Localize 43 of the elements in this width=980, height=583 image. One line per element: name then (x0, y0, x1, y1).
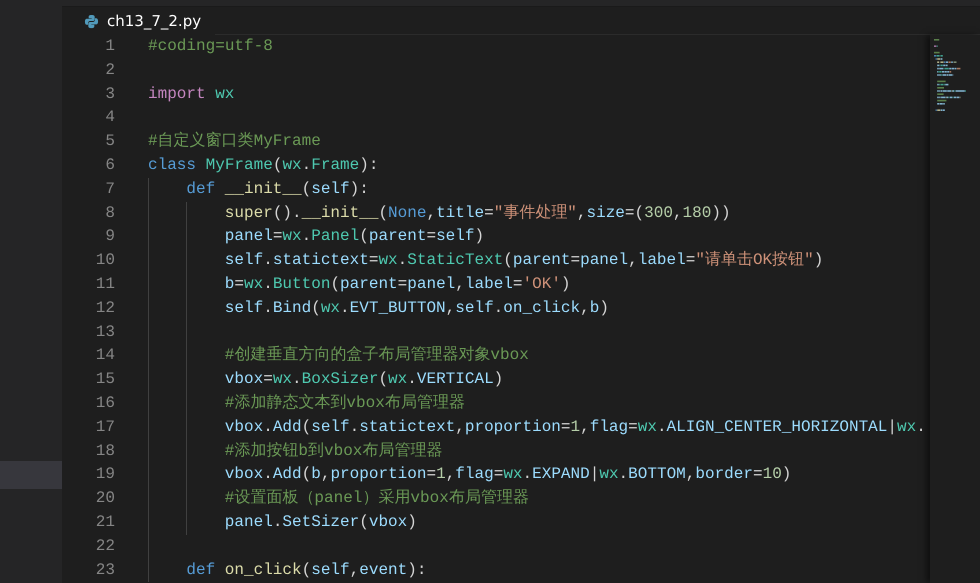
code-line: vbox.Add(b,proportion=1,flag=wx.EXPAND|wx.BOTTOM,border=10) (224, 465, 792, 484)
line-number: 11 (94, 274, 116, 295)
line-number: 20 (94, 488, 116, 510)
code-line: self.Bind(wx.EVT_BUTTON,self.on_click,b) (224, 298, 609, 317)
line-number: 12 (94, 298, 116, 319)
line-number: 16 (94, 392, 116, 414)
code-line: self.statictext=wx.StaticText(parent=panel,label="请单击OK按钮") (224, 251, 824, 270)
line-number: 7 (104, 178, 116, 200)
line-number: 14 (94, 345, 116, 366)
code-line: def __init__(self): (186, 180, 369, 198)
code-line: import wx (148, 84, 234, 103)
code-line: b=wx.Button(parent=panel,label='OK') (224, 274, 571, 293)
code-line: panel.SetSizer(vbox) (224, 512, 417, 531)
line-number: 8 (104, 202, 116, 224)
line-number: 18 (94, 440, 116, 462)
code-line: panel=wx.Panel(parent=self) (224, 227, 484, 246)
line-number: 19 (94, 464, 116, 486)
line-number: 4 (104, 107, 116, 128)
code-line: vbox.Add(self.statictext,proportion=1,flag=wx.ALIGN_CENTER_HORIZONTAL|wx. (224, 418, 926, 436)
code-line: #自定义窗口类MyFrame (148, 132, 321, 150)
code-line: #创建垂直方向的盒子布局管理器对象vbox (224, 346, 529, 364)
python-icon (84, 14, 99, 28)
line-number: 5 (104, 131, 116, 152)
code-line: class MyFrame(wx.Frame): (148, 156, 378, 174)
code-line: #设置面板（panel）采用vbox布局管理器 (224, 489, 529, 508)
code-line: super().__init__(None,title="事件处理",size=(300,180)) (224, 204, 731, 222)
code-line: vbox=wx.BoxSizer(wx.VERTICAL) (224, 370, 504, 388)
line-number: 1 (104, 36, 116, 57)
code-line: #添加按钮b到vbox布局管理器 (224, 442, 442, 460)
line-number: 6 (104, 154, 116, 176)
line-number: 3 (104, 84, 116, 105)
line-number: 2 (104, 60, 116, 81)
line-number: 17 (94, 416, 116, 438)
code-line: def on_click(self,event): (186, 560, 426, 579)
code-line: #coding=utf-8 (148, 37, 273, 55)
line-number: 10 (94, 250, 116, 272)
code-line: #添加静态文本到vbox布局管理器 (224, 394, 465, 412)
line-number: 23 (94, 560, 116, 581)
line-number: 21 (94, 512, 116, 533)
line-number: 15 (94, 369, 116, 390)
line-number: 9 (104, 226, 116, 248)
line-number: 13 (94, 322, 116, 343)
line-number: 22 (94, 536, 116, 557)
